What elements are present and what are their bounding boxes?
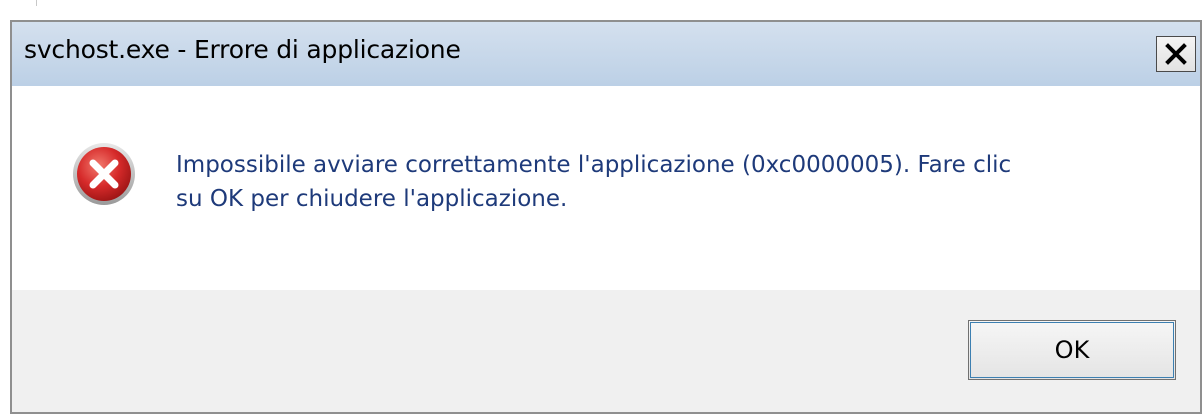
error-message: Impossibile avviare correttamente l'appl… bbox=[176, 148, 1156, 216]
error-icon bbox=[73, 143, 135, 205]
title-bar[interactable]: svchost.exe - Errore di applicazione bbox=[12, 22, 1200, 86]
close-button[interactable] bbox=[1156, 36, 1196, 72]
top-strip bbox=[0, 0, 1204, 22]
ok-button[interactable]: OK bbox=[968, 320, 1176, 380]
error-dialog: svchost.exe - Errore di applicazione Imp… bbox=[10, 20, 1202, 414]
divider bbox=[36, 0, 37, 6]
dialog-body: Impossibile avviare correttamente l'appl… bbox=[12, 86, 1200, 290]
window-title: svchost.exe - Errore di applicazione bbox=[24, 35, 461, 64]
dialog-footer: OK bbox=[12, 290, 1200, 412]
close-icon bbox=[1165, 43, 1187, 65]
error-message-line-1: Impossibile avviare correttamente l'appl… bbox=[176, 152, 1012, 178]
error-message-line-2: su OK per chiudere l'applicazione. bbox=[176, 186, 568, 212]
